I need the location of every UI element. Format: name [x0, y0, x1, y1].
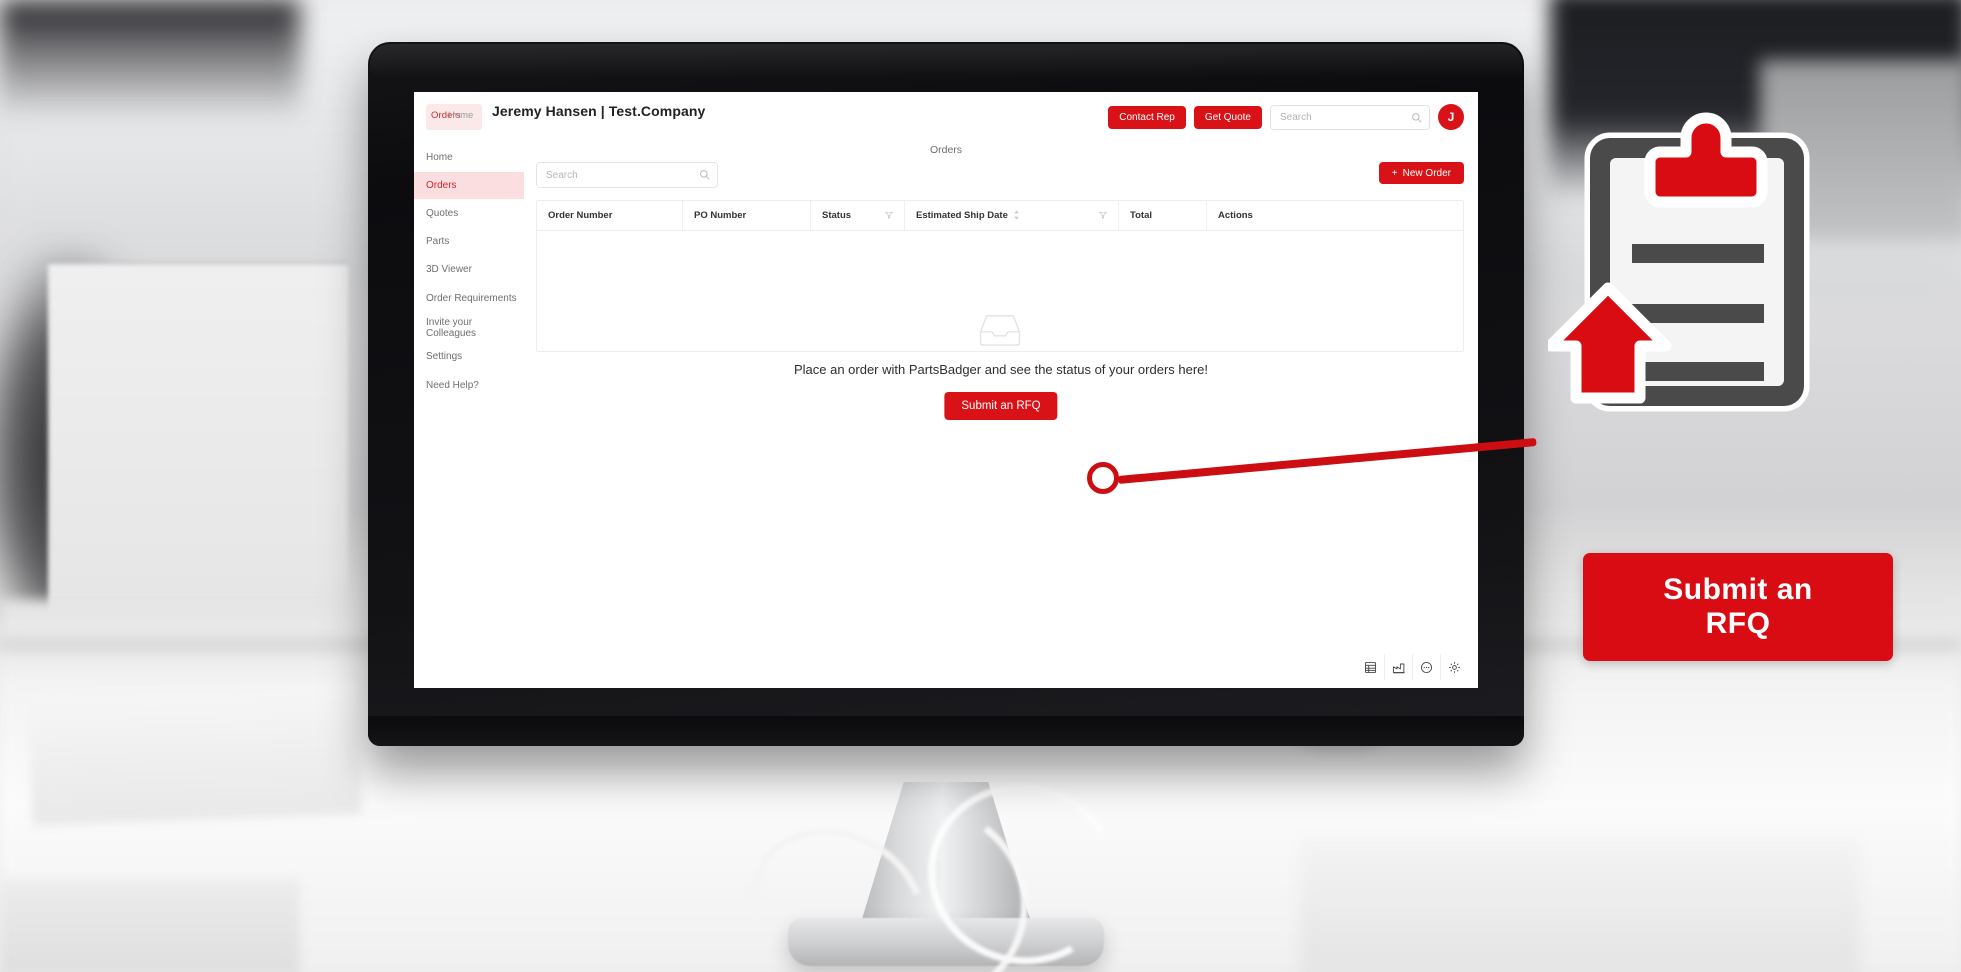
user-company-title: Jeremy Hansen | Test.Company: [492, 103, 706, 119]
sidebar-item-label: Need Help?: [426, 380, 479, 391]
plus-icon: +: [1391, 167, 1398, 179]
header-search-input[interactable]: [1271, 105, 1429, 129]
sidebar-item-quotes[interactable]: Quotes: [414, 200, 524, 227]
column-estimated-ship-date[interactable]: Estimated Ship Date: [905, 201, 1119, 230]
column-total[interactable]: Total: [1119, 201, 1207, 230]
background-dark-topleft: [0, 0, 300, 120]
avatar[interactable]: J: [1438, 104, 1464, 130]
header-actions: Contact Rep Get Quote J: [1108, 104, 1464, 130]
sidebar-item-label: 3D Viewer: [426, 264, 472, 275]
sidebar-item-home[interactable]: Home: [414, 144, 524, 171]
empty-state-message: Place an order with PartsBadger and see …: [793, 362, 1209, 377]
sidebar-item-label: Invite your Colleagues: [426, 316, 477, 339]
desk-tray: [1300, 840, 1860, 972]
orders-search[interactable]: [536, 162, 718, 188]
app-header: Orders Home Jeremy Hansen | Test.Company…: [414, 92, 1478, 144]
sidebar-item-label: Home: [426, 152, 453, 163]
column-po-number[interactable]: PO Number: [683, 201, 811, 230]
column-label: Order Number: [548, 210, 613, 221]
brand-logo[interactable]: Orders Home: [426, 104, 482, 130]
brand-home-text: Home: [448, 110, 474, 121]
sidebar-item-label: Orders: [426, 180, 457, 191]
column-order-number[interactable]: Order Number: [537, 201, 683, 230]
monitor-chin: [368, 716, 1524, 746]
column-status[interactable]: Status: [811, 201, 905, 230]
filter-icon[interactable]: [884, 211, 894, 221]
factory-icon[interactable]: [1384, 654, 1412, 680]
monitor: Orders Home Jeremy Hansen | Test.Company…: [368, 42, 1524, 972]
orders-table: Order Number PO Number Status Estimated …: [536, 200, 1464, 352]
gear-icon[interactable]: [1440, 654, 1468, 680]
column-actions[interactable]: Actions: [1207, 201, 1463, 230]
table-body: [537, 231, 1463, 352]
paper-stack: [0, 880, 300, 972]
submit-rfq-button[interactable]: Submit an RFQ: [944, 392, 1058, 420]
sidebar-item-label: Settings: [426, 351, 463, 362]
sort-icon[interactable]: [1013, 209, 1020, 222]
sidebar-item-3d-viewer[interactable]: 3D Viewer: [414, 256, 524, 283]
sidebar-item-label: Order Requirements: [426, 293, 517, 304]
sidebar-item-invite-colleagues[interactable]: Invite your Colleagues: [414, 314, 524, 341]
table-view-icon[interactable]: [1356, 654, 1384, 680]
partsbadger-app: Orders Home Jeremy Hansen | Test.Company…: [414, 92, 1478, 688]
orders-search-input[interactable]: [537, 163, 717, 187]
chat-bubble-icon[interactable]: [1412, 654, 1440, 680]
empty-tray-icon: [977, 313, 1023, 350]
column-label: Actions: [1218, 210, 1253, 221]
sidebar-item-orders[interactable]: Orders: [414, 172, 524, 199]
sidebar-item-order-requirements[interactable]: Order Requirements: [414, 285, 524, 312]
column-label: PO Number: [694, 210, 747, 221]
get-quote-button[interactable]: Get Quote: [1193, 105, 1262, 129]
sidebar-item-label: Quotes: [426, 208, 459, 219]
sidebar-item-settings[interactable]: Settings: [414, 343, 524, 370]
orders-toolbar: + New Order: [536, 162, 1464, 188]
sidebar-item-label: Parts: [426, 236, 450, 247]
new-order-button[interactable]: + New Order: [1378, 162, 1464, 184]
sidebar: Home Orders Quotes Parts 3D Viewer Order…: [414, 144, 524, 688]
background-second-monitor: [1760, 60, 1961, 240]
new-order-label: New Order: [1402, 167, 1451, 179]
column-label: Estimated Ship Date: [916, 210, 1008, 221]
main-content: + New Order Order Number PO Number Statu: [524, 144, 1478, 688]
keyboard: [27, 684, 363, 826]
table-header-row: Order Number PO Number Status Estimated …: [537, 201, 1463, 231]
column-label: Status: [822, 210, 852, 221]
search-icon: [1411, 112, 1422, 126]
column-label: Total: [1130, 210, 1152, 221]
contact-rep-button[interactable]: Contact Rep: [1108, 105, 1186, 129]
header-search[interactable]: [1270, 104, 1430, 130]
footer-icon-bar: [1356, 654, 1468, 680]
monitor-screen: Orders Home Jeremy Hansen | Test.Company…: [414, 92, 1478, 688]
search-icon: [699, 169, 710, 183]
filter-icon[interactable]: [1098, 211, 1108, 221]
sidebar-item-parts[interactable]: Parts: [414, 228, 524, 255]
sidebar-item-need-help[interactable]: Need Help?: [414, 372, 524, 399]
